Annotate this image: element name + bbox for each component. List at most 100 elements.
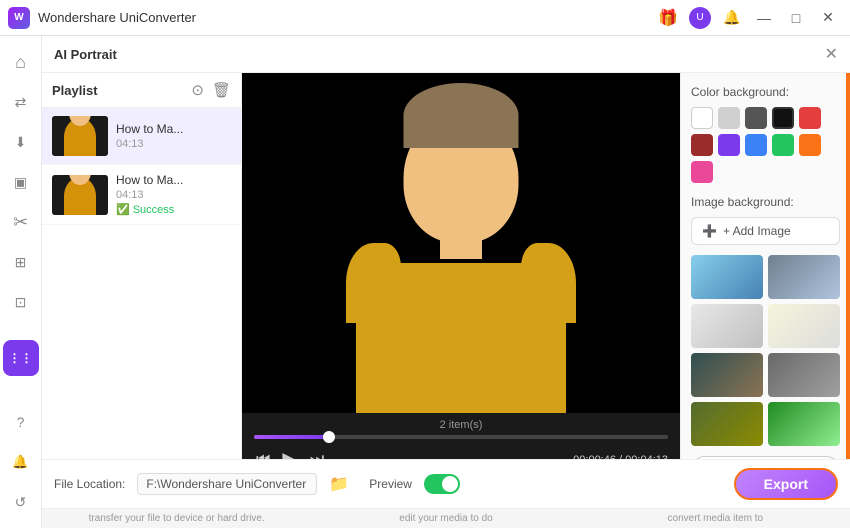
- video-area: 2 item(s) ⏮ ▶ ⏭ 00:00:46 /: [242, 73, 680, 459]
- bottom-bar: File Location: 📁 Preview Export: [42, 459, 850, 508]
- progress-bar[interactable]: [254, 435, 668, 439]
- maximize-button[interactable]: □: [782, 4, 810, 32]
- playlist-title: Playlist: [52, 83, 98, 98]
- logo-letter: W: [14, 12, 23, 23]
- titlebar-controls: 🎁 U 🔔 — □ ✕: [654, 4, 842, 32]
- controls-row: ⏮ ▶ ⏭ 00:00:46 / 00:04:13: [254, 445, 668, 459]
- bg-image-grid: [691, 255, 840, 446]
- color-bg-label: Color background:: [691, 85, 840, 99]
- progress-fill: [254, 435, 329, 439]
- time-current: 00:00:46: [573, 454, 616, 460]
- main-container: ⌂ ⇄ ⬇ ▣ ✂ ⊞ ⊡ ⋮⋮ ? 🔔 ↺ AI Portrait ✕ Pla…: [0, 36, 850, 528]
- preview-toggle[interactable]: [424, 474, 460, 494]
- panel-body: Playlist ⊙ 🗑: [42, 73, 850, 459]
- fast-forward-button[interactable]: ⏭: [308, 449, 326, 460]
- add-icon: ➕: [702, 224, 717, 238]
- playlist-item[interactable]: How to Ma... 04:13 ✅ Success: [42, 165, 241, 225]
- app-title: Wondershare UniConverter: [38, 10, 196, 25]
- app-logo: W: [8, 7, 30, 29]
- titlebar-left: W Wondershare UniConverter: [8, 7, 196, 29]
- playlist-item[interactable]: How to Ma... 04:13: [42, 108, 241, 165]
- content-area: AI Portrait ✕ Playlist ⊙ 🗑: [42, 36, 850, 528]
- user-avatar: U: [689, 7, 711, 29]
- bg-image-3[interactable]: [691, 304, 763, 348]
- playlist-settings-icon[interactable]: ⊙: [191, 81, 204, 99]
- hint-1: transfer your file to device or hard dri…: [42, 509, 311, 528]
- playlist-item-status-2: ✅ Success: [116, 203, 231, 216]
- bg-image-7[interactable]: [691, 402, 763, 446]
- bell-button[interactable]: 🔔: [718, 4, 746, 32]
- bg-image-4[interactable]: [768, 304, 840, 348]
- playlist: Playlist ⊙ 🗑: [42, 73, 242, 459]
- color-swatch-darkgray[interactable]: [745, 107, 767, 129]
- playlist-item-duration-2: 04:13: [116, 189, 231, 201]
- sidebar-item-cut[interactable]: ✂: [3, 204, 39, 240]
- color-swatch-lightgray[interactable]: [718, 107, 740, 129]
- image-bg-label: Image background:: [691, 195, 840, 209]
- export-button[interactable]: Export: [734, 468, 838, 500]
- progress-thumb[interactable]: [323, 431, 335, 443]
- sidebar-item-home[interactable]: ⌂: [3, 44, 39, 80]
- close-button[interactable]: ✕: [814, 4, 842, 32]
- color-swatch-red[interactable]: [799, 107, 821, 129]
- user-button[interactable]: U: [686, 4, 714, 32]
- playlist-items: How to Ma... 04:13 How: [42, 108, 241, 459]
- color-swatch-green[interactable]: [772, 134, 794, 156]
- panel-close-button[interactable]: ✕: [825, 44, 838, 64]
- time-total: 00:04:13: [625, 454, 668, 460]
- add-image-button[interactable]: ➕ + Add Image: [691, 217, 840, 245]
- add-image-label: + Add Image: [723, 224, 791, 238]
- file-path-input[interactable]: [137, 473, 317, 495]
- video-canvas: [242, 73, 680, 413]
- sidebar-item-ai[interactable]: ⋮⋮: [3, 340, 39, 376]
- color-grid: [691, 107, 840, 183]
- sidebar-bottom: ? 🔔 ↺: [3, 404, 39, 520]
- success-icon: ✅: [116, 203, 130, 216]
- hint-2: edit your media to do: [311, 509, 580, 528]
- panel-header: AI Portrait ✕: [42, 36, 850, 73]
- folder-browse-button[interactable]: 📁: [329, 474, 349, 494]
- video-controls: 2 item(s) ⏮ ▶ ⏭ 00:00:46 /: [242, 413, 680, 459]
- sidebar-item-compress[interactable]: ⊡: [3, 284, 39, 320]
- sidebar-item-help[interactable]: ?: [3, 404, 39, 440]
- image-bg-section: Image background: ➕ + Add Image: [691, 195, 840, 459]
- sidebar-item-download[interactable]: ⬇: [3, 124, 39, 160]
- color-swatch-darkred[interactable]: [691, 134, 713, 156]
- bg-image-8[interactable]: [768, 402, 840, 446]
- playlist-item-name-2: How to Ma...: [116, 173, 231, 187]
- gift-button[interactable]: 🎁: [654, 4, 682, 32]
- sidebar-item-merge[interactable]: ⊞: [3, 244, 39, 280]
- play-button[interactable]: ▶: [280, 445, 299, 459]
- sidebar-item-screen[interactable]: ▣: [3, 164, 39, 200]
- playlist-thumb-1: [52, 116, 108, 156]
- color-swatch-pink[interactable]: [691, 161, 713, 183]
- apply-all-button[interactable]: Apply to All: [691, 456, 840, 459]
- bg-image-1[interactable]: [691, 255, 763, 299]
- color-swatch-purple[interactable]: [718, 134, 740, 156]
- preview-label: Preview: [369, 477, 412, 491]
- panel-title: AI Portrait: [54, 47, 117, 62]
- footer-hints: transfer your file to device or hard dri…: [42, 508, 850, 528]
- color-swatch-blue[interactable]: [745, 134, 767, 156]
- sidebar: ⌂ ⇄ ⬇ ▣ ✂ ⊞ ⊡ ⋮⋮ ? 🔔 ↺: [0, 36, 42, 528]
- color-swatch-orange[interactable]: [799, 134, 821, 156]
- titlebar: W Wondershare UniConverter 🎁 U 🔔 — □ ✕: [0, 0, 850, 36]
- playlist-delete-icon[interactable]: 🗑: [212, 81, 231, 99]
- color-swatch-white[interactable]: [691, 107, 713, 129]
- bg-image-2[interactable]: [768, 255, 840, 299]
- color-swatch-black[interactable]: [772, 107, 794, 129]
- rewind-button[interactable]: ⏮: [254, 449, 272, 460]
- playlist-actions: ⊙ 🗑: [191, 81, 231, 99]
- sidebar-item-notification[interactable]: 🔔: [3, 444, 39, 480]
- bg-image-5[interactable]: [691, 353, 763, 397]
- time-display: 00:00:46 / 00:04:13: [573, 454, 668, 460]
- sidebar-item-settings[interactable]: ↺: [3, 484, 39, 520]
- bg-image-6[interactable]: [768, 353, 840, 397]
- hint-3: convert media item to: [581, 509, 850, 528]
- toggle-thumb: [442, 476, 458, 492]
- accent-bar: [846, 73, 850, 459]
- video-and-right: 2 item(s) ⏮ ▶ ⏭ 00:00:46 /: [242, 73, 850, 459]
- minimize-button[interactable]: —: [750, 4, 778, 32]
- sidebar-item-convert[interactable]: ⇄: [3, 84, 39, 120]
- items-count-label: 2 item(s): [254, 419, 668, 431]
